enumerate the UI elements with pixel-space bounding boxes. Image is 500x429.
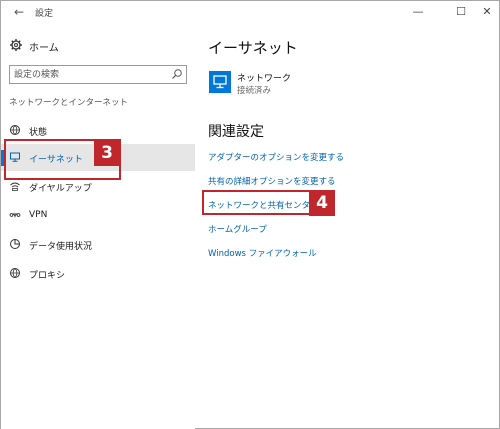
dialup-icon — [10, 182, 20, 191]
minimize-icon[interactable]: — — [410, 4, 426, 20]
maximize-icon[interactable]: ☐ — [453, 4, 469, 20]
monitor-glyph-icon — [213, 75, 227, 89]
link-homegroup[interactable]: ホームグループ — [208, 223, 267, 235]
globe-icon — [10, 268, 20, 278]
globe-status-icon — [10, 125, 20, 135]
search-icon[interactable] — [171, 68, 183, 80]
main-content: イーサネット ネットワーク 接続済み 関連設定 アダプターのオプションを変更する… — [195, 23, 499, 429]
sidebar-item-label: VPN — [29, 210, 48, 220]
settings-window: ← 設定 — ☐ ✕ ホーム 設定の検索 ネットワークとインターネット 状態 イ… — [0, 0, 500, 429]
network-name[interactable]: ネットワーク — [237, 71, 291, 84]
link-windows-firewall[interactable]: Windows ファイアウォール — [208, 247, 317, 259]
related-settings-heading: 関連設定 — [208, 124, 264, 140]
home-nav-item[interactable]: ホーム — [1, 35, 195, 57]
sidebar-item-label: データ使用状況 — [29, 242, 93, 252]
gear-icon — [10, 39, 22, 51]
link-advanced-sharing[interactable]: 共有の詳細オプションを変更する — [208, 175, 336, 187]
title-bar: ← 設定 — ☐ ✕ — [1, 1, 499, 23]
page-title: イーサネット — [208, 39, 298, 57]
annotation-badge-4: 4 — [309, 190, 335, 216]
network-status: 接続済み — [237, 86, 272, 96]
sidebar-item-proxy[interactable]: プロキシ — [1, 260, 195, 287]
vpn-icon — [9, 212, 21, 218]
network-monitor-icon[interactable] — [209, 71, 231, 93]
close-icon[interactable]: ✕ — [479, 4, 495, 20]
sidebar-item-label: 状態 — [29, 128, 48, 138]
sidebar-item-label: プロキシ — [29, 271, 66, 281]
sidebar-item-vpn[interactable]: VPN — [1, 202, 195, 229]
search-input[interactable] — [10, 66, 170, 83]
annotation-badge-3: 3 — [94, 140, 120, 166]
section-label: ネットワークとインターネット — [9, 98, 129, 108]
data-usage-icon — [10, 239, 20, 249]
link-adapter-options[interactable]: アダプターのオプションを変更する — [208, 151, 344, 163]
home-label: ホーム — [29, 43, 59, 54]
search-box[interactable] — [9, 65, 187, 84]
back-arrow-icon[interactable]: ← — [11, 4, 27, 20]
sidebar-item-label: ダイヤルアップ — [29, 184, 92, 194]
window-title: 設定 — [35, 9, 54, 19]
sidebar-item-data-usage[interactable]: データ使用状況 — [1, 231, 195, 258]
sidebar: ホーム ネットワークとインターネット 状態 イーサネット — [1, 23, 195, 429]
